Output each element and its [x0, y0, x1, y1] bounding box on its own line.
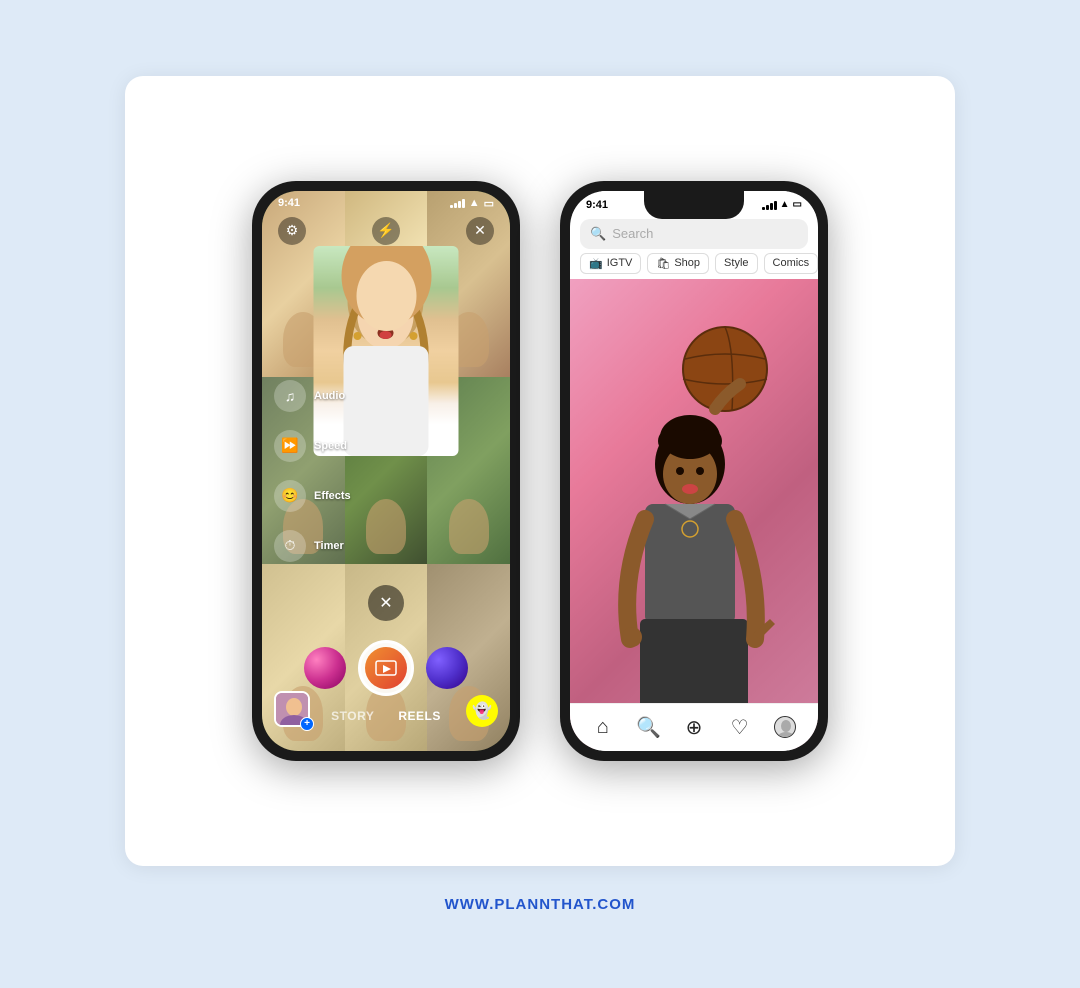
bar3: [458, 201, 461, 208]
timer-control[interactable]: ⏱ Timer: [274, 530, 351, 562]
capture-button-inner: [365, 647, 407, 689]
category-tabs: 📺 IGTV 🛍 Shop Style Comics TV & Movies: [570, 253, 818, 274]
snapchat-icon[interactable]: 👻: [466, 695, 498, 727]
bar4: [462, 199, 465, 208]
bar1-r: [762, 207, 765, 210]
signal-right: [762, 200, 777, 210]
shop-label: Shop: [674, 257, 700, 269]
status-icons-left: ▲ ▭: [450, 197, 494, 210]
notch: [644, 191, 744, 219]
reels-mode[interactable]: REELS: [398, 709, 441, 723]
speed-label: Speed: [314, 440, 347, 452]
shop-icon: 🛍: [656, 257, 670, 270]
phone-right-screen: 9:41 ▲ ▭ 🔍 Search: [570, 191, 818, 751]
audio-control[interactable]: ♫ Audio: [274, 380, 351, 412]
nav-search[interactable]: 🔍: [635, 714, 661, 740]
time-left: 9:41: [278, 197, 300, 209]
add-to-story-icon: +: [300, 717, 314, 731]
phone-right: 9:41 ▲ ▭ 🔍 Search: [560, 181, 828, 761]
bottom-nav: ⌂ 🔍 ⊕ ♡: [570, 703, 818, 751]
camera-bottom-controls: [262, 640, 510, 696]
tab-igtv[interactable]: 📺 IGTV: [580, 253, 641, 274]
audio-icon: ♫: [274, 380, 306, 412]
purple-filter-button[interactable]: [426, 647, 468, 689]
phone-left-screen: 9:41 ▲ ▭ ⚙ ⚡: [262, 191, 510, 751]
timer-label: Timer: [314, 540, 344, 552]
close-icon[interactable]: ✕: [466, 217, 494, 245]
battery-right: ▭: [793, 199, 802, 210]
battery-icon: ▭: [484, 197, 494, 210]
wifi-right: ▲: [780, 199, 790, 210]
website-url: WWW.PLANNTHAT.COM: [445, 896, 636, 913]
tab-style[interactable]: Style: [715, 253, 757, 274]
settings-icon[interactable]: ⚙: [278, 217, 306, 245]
nav-add[interactable]: ⊕: [681, 714, 707, 740]
effects-label: Effects: [314, 490, 351, 502]
tab-comics[interactable]: Comics: [764, 253, 818, 274]
gallery-avatar[interactable]: +: [274, 691, 310, 727]
nav-home[interactable]: ⌂: [590, 714, 616, 740]
story-mode[interactable]: STORY: [331, 709, 374, 723]
phone-left: 9:41 ▲ ▭ ⚙ ⚡: [252, 181, 520, 761]
main-card: 9:41 ▲ ▭ ⚙ ⚡: [125, 76, 955, 866]
search-icon: 🔍: [590, 226, 606, 242]
status-bar-left: 9:41 ▲ ▭: [262, 191, 510, 214]
capture-button[interactable]: [358, 640, 414, 696]
flash-icon[interactable]: ⚡: [372, 217, 400, 245]
pink-filter-button[interactable]: [304, 647, 346, 689]
wifi-icon: ▲: [469, 197, 480, 209]
effects-control[interactable]: 😊 Effects: [274, 480, 351, 512]
camera-top-controls: ⚙ ⚡ ✕: [262, 217, 510, 245]
reel-main-image: Reels: [570, 279, 818, 749]
bar4-r: [774, 201, 777, 210]
effects-icon: 😊: [274, 480, 306, 512]
search-placeholder: Search: [612, 226, 653, 241]
speed-control[interactable]: ⏩ Speed: [274, 430, 351, 462]
comics-label: Comics: [773, 257, 810, 269]
tab-shop[interactable]: 🛍 Shop: [647, 253, 709, 274]
nav-likes[interactable]: ♡: [727, 714, 753, 740]
camera-side-menu: ♫ Audio ⏩ Speed 😊 Effects ⏱ Timer: [274, 380, 351, 562]
bar3-r: [770, 203, 773, 210]
igtv-label: IGTV: [607, 257, 633, 269]
speed-icon: ⏩: [274, 430, 306, 462]
timer-icon: ⏱: [274, 530, 306, 562]
bar2: [454, 203, 457, 208]
signal-icon: [450, 198, 465, 208]
style-label: Style: [724, 257, 748, 269]
cancel-record-button[interactable]: ✕: [368, 585, 404, 621]
bar2-r: [766, 205, 769, 210]
time-right: 9:41: [586, 199, 608, 211]
status-icons-right: ▲ ▭: [762, 199, 802, 210]
audio-label: Audio: [314, 390, 345, 402]
search-bar[interactable]: 🔍 Search: [580, 219, 808, 249]
bar1: [450, 205, 453, 208]
reels-section[interactable]: Reels: [570, 279, 818, 749]
nav-profile[interactable]: [772, 714, 798, 740]
igtv-icon: 📺: [589, 257, 603, 270]
